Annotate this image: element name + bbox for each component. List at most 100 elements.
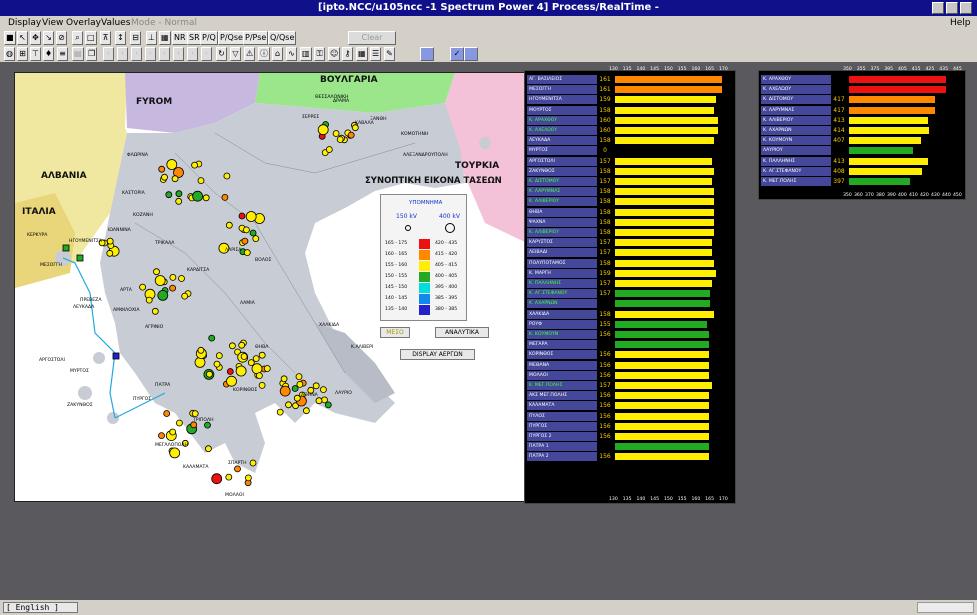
substation-marker[interactable]	[106, 249, 114, 257]
voltage-panel-150kv[interactable]: 130 135 140 145 150 155 160 165 170 ΑΓ. ΒΑΣΙΛΕΙΟ…	[524, 67, 736, 504]
substation-marker[interactable]	[295, 373, 303, 381]
substation-marker[interactable]	[244, 474, 252, 482]
blue-flag-icon[interactable]	[464, 47, 478, 61]
substation-marker[interactable]	[157, 289, 169, 301]
voltage-row[interactable]: ΠΟΛΥΠΟΤΑΜΟΣ 158	[527, 258, 725, 268]
substation-marker[interactable]	[238, 212, 246, 220]
substation-marker[interactable]	[258, 381, 266, 389]
substation-marker[interactable]	[169, 428, 177, 436]
tool-d-icon[interactable]: ·	[145, 47, 156, 61]
substation-marker[interactable]	[205, 370, 213, 378]
substation-marker[interactable]	[228, 342, 236, 350]
tool-h-icon[interactable]: ·	[201, 47, 212, 61]
voltage-row[interactable]: ΘΗΒΑ 158	[527, 207, 725, 217]
substation-marker[interactable]	[302, 407, 310, 415]
pin-icon[interactable]: ♦	[43, 47, 55, 61]
substation-marker[interactable]	[169, 273, 177, 281]
grid-icon[interactable]: ▦	[159, 31, 171, 45]
substation-marker[interactable]	[175, 190, 183, 198]
substation-marker[interactable]	[221, 194, 229, 201]
pq-button[interactable]: P/Q	[200, 31, 218, 45]
table-icon[interactable]: ▦	[356, 47, 368, 61]
substation-marker[interactable]	[169, 447, 181, 459]
tool-c-icon[interactable]: ·	[131, 47, 142, 61]
substation-marker[interactable]	[197, 177, 205, 184]
substation-marker-square[interactable]	[76, 254, 84, 262]
substation-marker[interactable]	[252, 235, 260, 243]
substation-marker[interactable]	[336, 136, 344, 143]
substation-marker[interactable]	[178, 275, 185, 282]
substation-marker[interactable]	[204, 421, 211, 429]
substation-marker[interactable]	[175, 197, 183, 205]
qqse-button[interactable]: Q/Qse	[268, 31, 297, 45]
voltage-row[interactable]: ΠΥΡΓΟΣ 2 156	[527, 432, 725, 441]
pan-icon[interactable]: ✥	[30, 31, 41, 45]
tag-icon[interactable]: ⌂	[272, 47, 283, 61]
substation-marker[interactable]	[151, 307, 159, 315]
voltage-row[interactable]: Κ. ΔΙΣΤΟΜΟΥ 417	[761, 95, 959, 105]
node-icon[interactable]: ⊟	[130, 31, 141, 45]
tool-g-icon[interactable]: ·	[187, 47, 198, 61]
voltage-row[interactable]: ΠΑΤΡΑ 2 156	[527, 452, 725, 462]
log-icon[interactable]: ☰	[370, 47, 382, 61]
voltage-row[interactable]: ΨΑΧΝΑ 158	[527, 217, 725, 227]
globe-icon[interactable]: ◍	[4, 47, 15, 61]
voltage-row[interactable]: ΠΑΤΡΑ 1	[527, 442, 725, 452]
substation-marker[interactable]	[242, 226, 250, 234]
substation-marker[interactable]	[202, 194, 210, 202]
substation-marker[interactable]	[211, 473, 223, 485]
window-icon[interactable]: □	[85, 31, 97, 45]
info-icon[interactable]: ⓘ	[258, 47, 270, 61]
voltage-row[interactable]: ΜΥΡΤΟΣ 0	[527, 146, 725, 156]
voltage-row[interactable]: Κ. ΛΑΡΥΜΝΑΣ 417	[761, 105, 959, 115]
voltage-row[interactable]: Κ. ΑΛΙΒΕΡΙΟΥ 158	[527, 228, 725, 237]
greece-map-view[interactable]: ΒΟΥΛΓΑΡΙΑ FYROM ΑΛΒΑΝΙΑ ΙΤΑΛΙΑ ΤΟΥΡΚΙΑ Σ…	[14, 72, 526, 502]
voltage-row[interactable]: Κ. ΜΕΓ.ΠΟΛΗΣ 157	[527, 381, 725, 390]
voltage-row[interactable]: ΑΡΓΟΣΤΟΛΙ 157	[527, 156, 725, 166]
voltage-row[interactable]: ΚΑΡΥΣΤΟΣ 157	[527, 238, 725, 248]
substation-marker[interactable]	[347, 131, 355, 139]
voltage-row[interactable]: Κ. ΑΧΕΛΩΟΥ 160	[527, 126, 725, 135]
display-works-button[interactable]: DISPLAY ΑΕΡΓΩΝ	[400, 349, 475, 360]
substation-marker[interactable]	[315, 397, 323, 405]
language-indicator[interactable]: [ English ]	[3, 602, 78, 613]
substation-marker[interactable]	[279, 385, 291, 397]
analytic-button[interactable]: ΑΝΑΛΥΤΙΚΑ	[435, 327, 489, 338]
menu-values[interactable]: Values	[101, 16, 130, 30]
voltage-row[interactable]: ΜΟΛΑΟΙ 156	[527, 370, 725, 380]
substation-marker[interactable]	[263, 365, 271, 372]
network-icon[interactable]: ⊞	[17, 47, 28, 61]
substation-marker[interactable]	[106, 237, 114, 245]
ground-icon[interactable]: ⊥	[146, 31, 157, 45]
tool-a-icon[interactable]: ·	[103, 47, 114, 61]
substation-marker[interactable]	[139, 283, 146, 291]
voltage-row[interactable]: ΗΓΟΥΜΕΝΙΤΣΑ 159	[527, 95, 725, 105]
substation-marker[interactable]	[215, 352, 223, 360]
trend-icon[interactable]: ∿	[286, 47, 297, 61]
hierarchy-icon[interactable]: ⊤	[30, 47, 41, 61]
substation-marker[interactable]	[197, 346, 205, 354]
substation-marker[interactable]	[226, 375, 237, 387]
voltage-row[interactable]: Κ. ΜΑΡΓΗ 159	[527, 268, 725, 278]
voltage-row[interactable]: ΑΚΣ ΜΕΓ.ΠΟΛΗΣ 156	[527, 391, 725, 401]
substation-marker[interactable]	[169, 284, 177, 292]
zoom-icon[interactable]: ⌕	[72, 31, 83, 45]
substation-marker[interactable]	[175, 419, 183, 427]
substation-marker[interactable]	[204, 445, 212, 453]
substation-marker[interactable]	[251, 363, 263, 375]
blue-square-icon[interactable]	[420, 47, 434, 61]
substation-marker-square[interactable]	[62, 244, 70, 252]
substation-marker[interactable]	[165, 191, 173, 199]
voltage-row[interactable]: ΜΕΓΑΡΑ	[527, 340, 725, 350]
substation-marker[interactable]	[249, 459, 257, 467]
substation-marker[interactable]	[319, 386, 327, 394]
copy-icon[interactable]: ❐	[86, 47, 98, 61]
key-icon[interactable]: ⚷	[342, 47, 353, 61]
substation-marker[interactable]	[223, 172, 231, 180]
menu-overlay[interactable]: Overlay	[66, 16, 101, 30]
voltage-row[interactable]: Κ. ΚΟΥΜΟΥΝ 407	[761, 136, 959, 146]
substation-marker[interactable]	[291, 385, 299, 392]
voltage-row[interactable]: Κ. ΑΧΑΡΝΩΝ 414	[761, 126, 959, 135]
measure-icon[interactable]: ⊘	[56, 31, 67, 45]
substation-marker[interactable]	[181, 292, 189, 300]
